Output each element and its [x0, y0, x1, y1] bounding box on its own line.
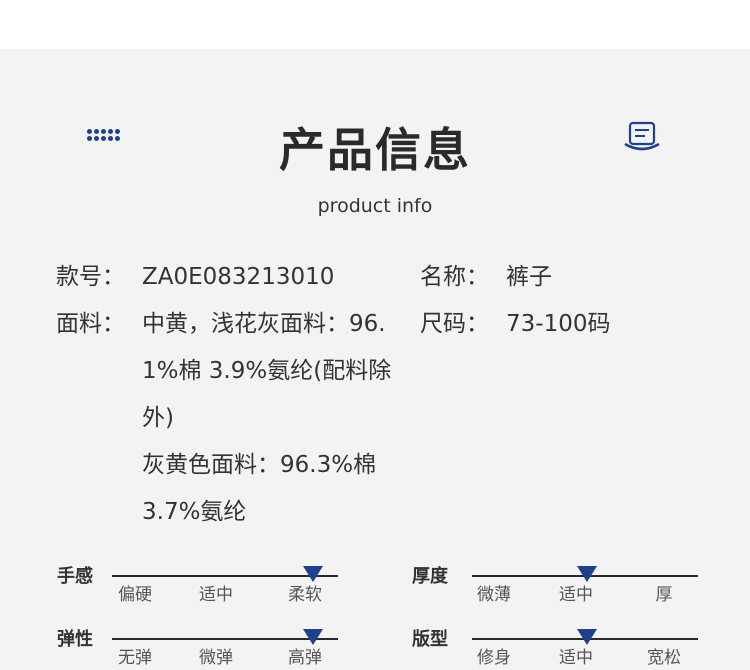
scale-tick-label: 微弹 — [199, 648, 233, 668]
page-subtitle: product info — [317, 195, 433, 217]
page-title: 产品信息 — [279, 123, 471, 177]
scale-marker-icon — [303, 566, 323, 582]
scale-title: 弹性 — [57, 629, 93, 650]
fabric-line: 中黄，浅花灰面料：96. — [142, 311, 386, 337]
scale-tick-label: 修身 — [477, 648, 511, 668]
scale-tick-label: 微薄 — [477, 585, 511, 605]
scale-tick-label: 偏硬 — [118, 585, 152, 605]
scale-title: 厚度 — [412, 566, 448, 587]
top-strip — [0, 0, 750, 49]
fabric-value: 中黄，浅花灰面料：96. 1%棉 3.9%氨纶(配料除 外) 灰黄色面料：96.… — [142, 301, 412, 536]
scale-tick-label: 柔软 — [288, 585, 322, 605]
fabric-line: 灰黄色面料：96.3%棉 — [142, 452, 377, 478]
scale-marker-icon — [577, 566, 597, 582]
scale-tick-label: 适中 — [559, 648, 593, 668]
fabric-line: 3.7%氨纶 — [142, 499, 247, 525]
scale-tick-label: 宽松 — [647, 648, 681, 668]
scale-marker-icon — [303, 629, 323, 645]
scale-tick-label: 厚 — [655, 585, 673, 605]
scale-title: 版型 — [412, 629, 448, 650]
fabric-line: 1%棉 3.9%氨纶(配料除 — [142, 358, 392, 384]
scale-tick-label: 无弹 — [118, 648, 152, 668]
scale-marker-icon — [577, 629, 597, 645]
fabric-line: 外) — [142, 405, 174, 431]
scale-tick-label: 适中 — [559, 585, 593, 605]
scale-title: 手感 — [57, 566, 93, 587]
scale-tick-label: 高弹 — [288, 648, 322, 668]
scale-tick-label: 适中 — [199, 585, 233, 605]
